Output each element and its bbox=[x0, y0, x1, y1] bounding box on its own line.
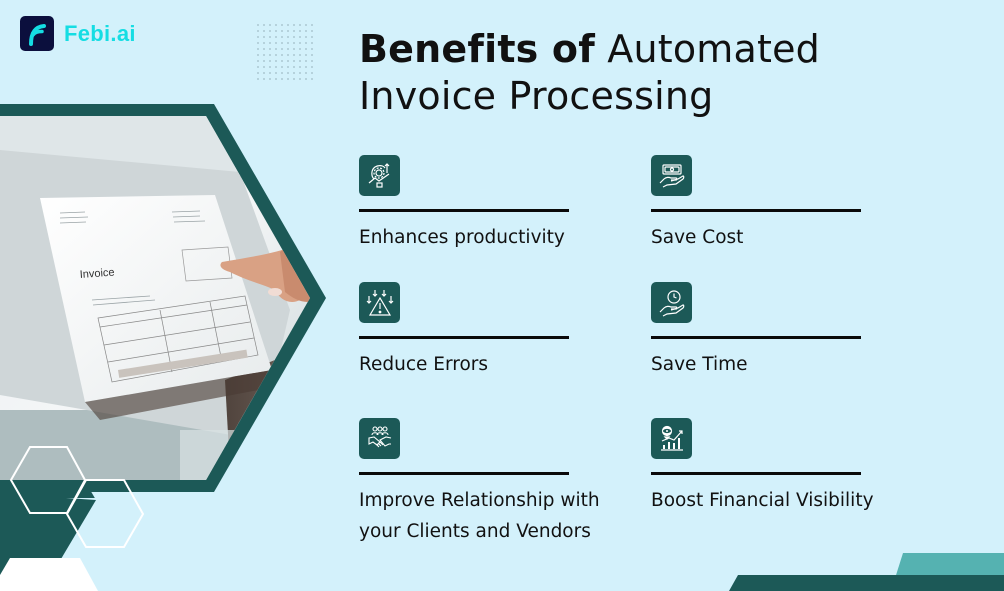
title-line2: Invoice Processing bbox=[359, 74, 714, 118]
hero-image-frame: Invoice bbox=[0, 104, 326, 591]
invoice-heading: Invoice bbox=[79, 267, 115, 281]
benefit-item: Save Time bbox=[651, 282, 911, 375]
benefit-label: Enhances productivity bbox=[359, 227, 565, 248]
growth-chart-eye-icon bbox=[651, 418, 692, 459]
bottom-right-decoration bbox=[729, 553, 1004, 591]
benefit-item: Improve Relationship with your Clients a… bbox=[359, 418, 619, 542]
benefit-item: Enhances productivity bbox=[359, 155, 619, 248]
money-in-hand-icon bbox=[651, 155, 692, 196]
benefit-item: Reduce Errors bbox=[359, 282, 619, 375]
title-line1: Automated bbox=[607, 27, 820, 71]
clock-in-hand-icon bbox=[651, 282, 692, 323]
invoice-photo: Invoice bbox=[0, 116, 310, 480]
benefit-item: Boost Financial Visibility bbox=[651, 418, 911, 511]
warning-triangle-arrows-icon bbox=[359, 282, 400, 323]
benefit-label: Boost Financial Visibility bbox=[651, 490, 874, 511]
handshake-people-icon bbox=[359, 418, 400, 459]
productivity-lightbulb-gear-icon bbox=[359, 155, 400, 196]
page-title: Benefits of Automated Invoice Processing bbox=[359, 26, 820, 120]
title-bold: Benefits of bbox=[359, 27, 595, 71]
divider-line bbox=[359, 209, 569, 212]
white-hexagon-decoration bbox=[0, 558, 98, 591]
divider-line bbox=[651, 336, 861, 339]
benefit-label: Save Cost bbox=[651, 227, 744, 248]
divider-line bbox=[359, 472, 569, 475]
benefit-item: Save Cost bbox=[651, 155, 911, 248]
divider-line bbox=[651, 472, 861, 475]
divider-line bbox=[359, 336, 569, 339]
benefit-label: Improve Relationship with your Clients a… bbox=[359, 490, 600, 542]
benefit-label: Save Time bbox=[651, 354, 748, 375]
dark-teal-bar bbox=[729, 575, 1004, 591]
benefit-label: Reduce Errors bbox=[359, 354, 489, 375]
divider-line bbox=[651, 209, 861, 212]
